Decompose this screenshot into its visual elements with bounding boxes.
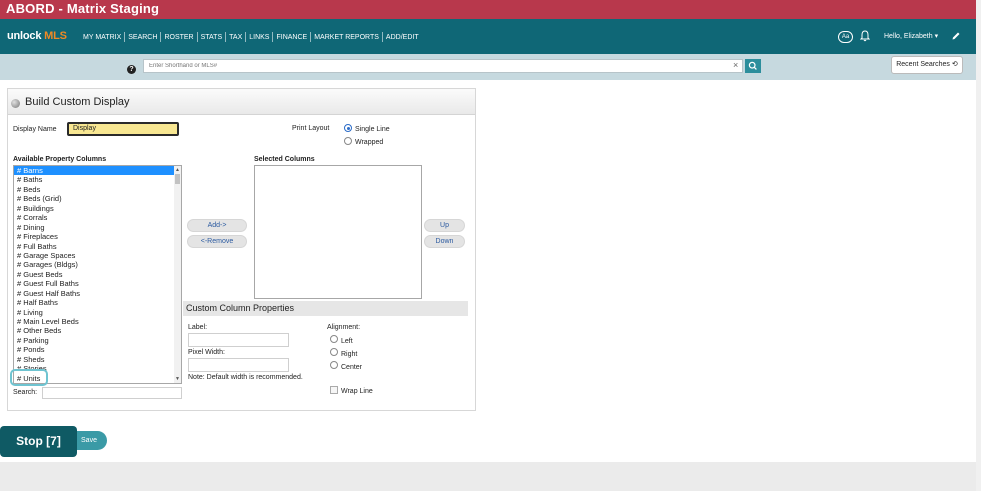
selected-columns-list[interactable] <box>254 165 422 299</box>
nav-bar: unlock MLS MY MATRIX SEARCH ROSTER STATS TAX… <box>0 19 976 54</box>
single-line-label: Single Line <box>355 126 390 133</box>
column-option[interactable]: # Garages (Bldgs) <box>14 260 181 269</box>
list-scrollbar[interactable]: ▲ ▼ <box>174 166 181 383</box>
pixel-width-label: Pixel Width: <box>188 349 225 356</box>
text-size-button[interactable]: Aa <box>838 31 853 43</box>
logo-accent-text: MLS <box>44 30 67 42</box>
nav-item-finance[interactable]: FINANCE <box>273 33 310 42</box>
column-option[interactable]: # Beds <box>14 185 181 194</box>
column-option[interactable]: # Corrals <box>14 213 181 222</box>
panel-icon <box>11 99 20 108</box>
available-columns-list[interactable]: # Barns # Baths # Beds # Beds (Grid) # Build… <box>13 165 182 384</box>
up-button[interactable]: Up <box>424 219 465 232</box>
column-option[interactable]: # Half Baths <box>14 298 181 307</box>
search-bar: ? × Recent Searches ⟲ <box>0 54 976 80</box>
wrapped-label: Wrapped <box>355 139 384 146</box>
column-option[interactable]: # Guest Full Baths <box>14 279 181 288</box>
column-option[interactable]: # Garage Spaces <box>14 251 181 260</box>
search-icon <box>748 61 757 70</box>
nav-item-stats[interactable]: STATS <box>198 33 226 42</box>
single-line-radio[interactable] <box>344 124 352 132</box>
label-field-label: Label: <box>188 324 208 331</box>
print-layout-label: Print Layout <box>292 125 330 132</box>
scroll-up-icon[interactable]: ▲ <box>175 167 180 173</box>
down-button[interactable]: Down <box>424 235 465 248</box>
column-option[interactable]: # Barns <box>14 166 175 176</box>
wrap-line-label: Wrap Line <box>341 388 373 395</box>
align-center-label: Center <box>341 364 363 371</box>
unlock-mls-logo[interactable]: unlock MLS <box>7 30 67 42</box>
column-option[interactable]: # Main Level Beds <box>14 317 181 326</box>
column-option[interactable]: # Sheds <box>14 355 181 364</box>
clear-icon[interactable]: × <box>733 60 738 70</box>
nav-item-my-matrix[interactable]: MY MATRIX <box>80 33 124 42</box>
logo-main-text: unlock <box>7 30 42 42</box>
column-option[interactable]: # Guest Beds <box>14 270 181 279</box>
nav-item-search[interactable]: SEARCH <box>125 33 160 42</box>
user-menu[interactable]: Hello, Elizabeth ▾ <box>884 32 938 40</box>
align-center-radio[interactable] <box>330 361 338 369</box>
recent-searches-button[interactable]: Recent Searches ⟲ <box>891 56 963 74</box>
available-columns-label: Available Property Columns <box>13 156 107 163</box>
pencil-icon[interactable] <box>951 31 960 41</box>
column-search-input[interactable] <box>42 387 182 399</box>
panel-header: Build Custom Display <box>8 89 475 115</box>
available-columns-items: # Barns # Baths # Beds # Beds (Grid) # Build… <box>14 166 181 383</box>
nav-item-tax[interactable]: TAX <box>226 33 245 42</box>
title-bar: ABORD - Matrix Staging <box>0 0 981 19</box>
column-option[interactable]: # Beds (Grid) <box>14 194 181 203</box>
selected-columns-label: Selected Columns <box>254 156 315 163</box>
column-option[interactable]: # Parking <box>14 336 181 345</box>
scroll-thumb[interactable] <box>175 174 180 184</box>
column-option[interactable]: # Fireplaces <box>14 232 181 241</box>
column-option[interactable]: # Buildings <box>14 204 181 213</box>
mls-search-input[interactable] <box>143 59 743 73</box>
main-menu: MY MATRIX SEARCH ROSTER STATS TAX LINKS FINANC… <box>80 32 422 42</box>
align-right-radio[interactable] <box>330 348 338 356</box>
bell-icon[interactable] <box>860 30 870 42</box>
display-name-label: Display Name <box>13 126 57 133</box>
align-left-label: Left <box>341 338 353 345</box>
panel-title: Build Custom Display <box>25 96 130 108</box>
page-scrollbar[interactable] <box>976 0 981 491</box>
column-option[interactable]: # Guest Half Baths <box>14 289 181 298</box>
nav-item-add-edit[interactable]: ADD/EDIT <box>383 33 422 42</box>
align-right-label: Right <box>341 351 358 358</box>
wrap-line-checkbox[interactable] <box>330 386 338 394</box>
scroll-down-icon[interactable]: ▼ <box>175 376 180 382</box>
column-option[interactable]: # Living <box>14 308 181 317</box>
align-left-radio[interactable] <box>330 335 338 343</box>
alignment-label: Alignment: <box>327 324 361 331</box>
column-option[interactable]: # Ponds <box>14 345 181 354</box>
pixel-width-input[interactable] <box>188 358 289 372</box>
custom-column-properties-header: Custom Column Properties <box>183 301 468 316</box>
display-name-input[interactable]: Display <box>67 122 179 136</box>
remove-button[interactable]: <-Remove <box>187 235 247 248</box>
search-label: Search: <box>13 389 38 396</box>
default-width-note: Note: Default width is recommended. <box>188 374 303 381</box>
column-option[interactable]: # Dining <box>14 223 181 232</box>
add-button[interactable]: Add-> <box>187 219 247 232</box>
column-option[interactable]: # Other Beds <box>14 326 181 335</box>
search-button[interactable] <box>745 59 761 73</box>
footer <box>0 462 976 491</box>
nav-item-market-reports[interactable]: MARKET REPORTS <box>311 33 382 42</box>
window-title: ABORD - Matrix Staging <box>6 1 160 16</box>
wrapped-radio[interactable] <box>344 137 352 145</box>
nav-item-roster[interactable]: ROSTER <box>161 33 196 42</box>
column-option[interactable]: # Full Baths <box>14 242 181 251</box>
units-highlight <box>10 369 48 386</box>
stop-button[interactable]: Stop [7] <box>0 426 77 457</box>
help-icon[interactable]: ? <box>127 65 136 74</box>
column-option[interactable]: # Baths <box>14 175 181 184</box>
nav-item-links[interactable]: LINKS <box>246 33 272 42</box>
label-input[interactable] <box>188 333 289 347</box>
